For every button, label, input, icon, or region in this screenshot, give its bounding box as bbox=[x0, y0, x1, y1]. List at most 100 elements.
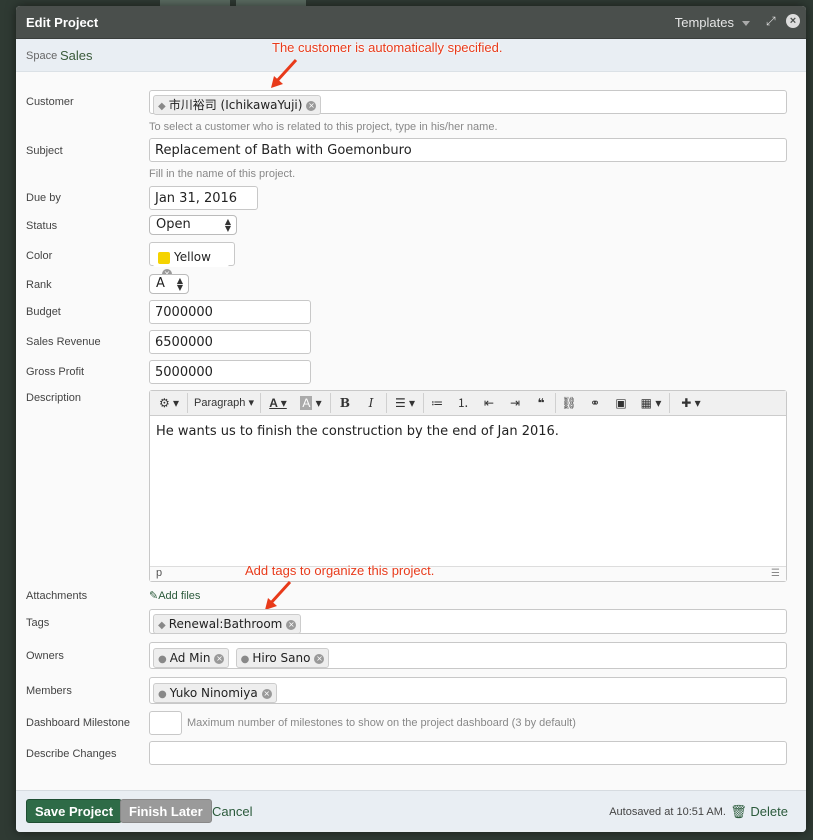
annotation-tags: Add tags to organize this project. bbox=[245, 563, 435, 578]
subject-input[interactable]: Replacement of Bath with Goemonburo bbox=[149, 138, 787, 162]
resize-grip-icon[interactable]: ☰ bbox=[771, 568, 780, 579]
space-label: Space bbox=[26, 50, 58, 62]
add-files-label: Add files bbox=[158, 590, 201, 602]
expand-icon[interactable]: ⤢ bbox=[766, 14, 780, 28]
customer-chip[interactable]: ◆ 市川裕司 (IchikawaYuji) × bbox=[153, 95, 322, 115]
align-icon[interactable]: ☰ ▾ bbox=[390, 394, 420, 412]
dashboard-milestone-input[interactable] bbox=[149, 711, 182, 735]
modal-title: Edit Project bbox=[26, 15, 99, 30]
numbered-list-icon[interactable]: ⒈ bbox=[452, 394, 474, 412]
annotation-arrow-icon bbox=[265, 580, 292, 610]
outdent-icon[interactable]: ⇤ bbox=[478, 394, 500, 412]
customer-hint: To select a customer who is related to t… bbox=[149, 121, 498, 133]
dashboard-milestone-label: Dashboard Milestone bbox=[26, 717, 130, 729]
modal-titlebar: Edit Project Templates ⤢ × bbox=[16, 6, 806, 39]
members-label: Members bbox=[26, 685, 72, 697]
remove-icon[interactable]: × bbox=[261, 688, 272, 699]
blockquote-icon[interactable]: ❝ bbox=[530, 394, 552, 412]
user-icon: ● bbox=[158, 654, 167, 665]
toolbar-separator bbox=[386, 393, 387, 413]
color-swatch bbox=[158, 251, 170, 264]
finish-later-button[interactable]: Finish Later bbox=[120, 799, 212, 823]
background-color-icon[interactable]: A ▾ bbox=[296, 394, 326, 412]
rank-value: A bbox=[156, 276, 165, 291]
toolbar-separator bbox=[669, 393, 670, 413]
remove-icon[interactable]: × bbox=[314, 653, 325, 664]
budget-label: Budget bbox=[26, 306, 61, 318]
rank-select[interactable]: A ▲ ▼ bbox=[149, 274, 189, 294]
format-dropdown[interactable]: Paragraph ▾ bbox=[190, 394, 258, 412]
autosave-status: Autosaved at 10:51 AM. bbox=[609, 806, 726, 818]
color-chip[interactable]: Yellow× bbox=[153, 247, 229, 279]
chevron-down-icon bbox=[742, 21, 750, 27]
close-icon[interactable]: × bbox=[786, 14, 800, 28]
tag-icon: ◆ bbox=[158, 101, 166, 112]
edit-project-modal: Edit Project Templates ⤢ × Space Sales T… bbox=[16, 6, 806, 832]
annotation-arrow-icon bbox=[271, 58, 298, 88]
unlink-icon[interactable]: ⚭ bbox=[584, 394, 606, 412]
owner-chip[interactable]: ● Ad Min × bbox=[153, 648, 230, 668]
sales-revenue-label: Sales Revenue bbox=[26, 336, 101, 348]
toolbar-separator bbox=[187, 393, 188, 413]
add-files-link[interactable]: ✎Add files bbox=[149, 589, 200, 602]
member-chip-label: Yuko Ninomiya bbox=[169, 686, 258, 700]
tags-input[interactable]: ◆ Renewal:Bathroom × bbox=[149, 609, 787, 634]
toolbar-separator bbox=[330, 393, 331, 413]
color-label: Color bbox=[26, 250, 53, 262]
link-icon[interactable]: ⛓ bbox=[558, 394, 580, 412]
describe-changes-input[interactable] bbox=[149, 741, 787, 765]
tag-chip-label: Renewal:Bathroom bbox=[168, 617, 283, 631]
image-icon[interactable]: ▣ bbox=[610, 394, 632, 412]
toolbar-separator bbox=[555, 393, 556, 413]
color-input[interactable]: Yellow× bbox=[149, 242, 235, 279]
text-color-icon[interactable]: A ▾ bbox=[263, 394, 293, 412]
customer-chip-label: 市川裕司 (IchikawaYuji) bbox=[168, 98, 303, 112]
budget-input[interactable]: 7000000 bbox=[149, 300, 311, 324]
member-chip[interactable]: ● Yuko Ninomiya × bbox=[153, 683, 277, 703]
save-project-button[interactable]: Save Project bbox=[26, 799, 123, 823]
due-by-input[interactable]: Jan 31, 2016 bbox=[149, 186, 258, 210]
select-arrows-icon: ▲ ▼ bbox=[224, 217, 231, 233]
settings-gear-icon[interactable]: ⚙ ▾ bbox=[154, 394, 184, 412]
user-icon: ● bbox=[240, 654, 250, 665]
description-content[interactable]: He wants us to finish the construction b… bbox=[156, 424, 559, 439]
members-input[interactable]: ● Yuko Ninomiya × bbox=[149, 677, 787, 704]
owner-chip[interactable]: ● Hiro Sano × bbox=[235, 648, 330, 668]
delete-button[interactable]: 🗑 Delete bbox=[730, 804, 788, 820]
subject-hint: Fill in the name of this project. bbox=[149, 168, 296, 180]
owner-chip-label: Hiro Sano bbox=[252, 651, 311, 665]
owners-label: Owners bbox=[26, 650, 64, 662]
paperclip-icon: ✎ bbox=[149, 590, 159, 602]
description-label: Description bbox=[26, 392, 82, 404]
rank-label: Rank bbox=[26, 279, 52, 291]
select-arrows-icon: ▲ ▼ bbox=[176, 276, 183, 292]
italic-icon[interactable]: I bbox=[360, 394, 382, 412]
tag-chip[interactable]: ◆ Renewal:Bathroom × bbox=[153, 614, 302, 634]
plugin-icon[interactable]: ✚ ▾ bbox=[673, 394, 709, 412]
remove-icon[interactable]: × bbox=[306, 100, 317, 111]
owners-input[interactable]: ● Ad Min × ● Hiro Sano × bbox=[149, 642, 787, 669]
owner-chip-label: Ad Min bbox=[169, 651, 211, 665]
describe-changes-label: Describe Changes bbox=[26, 748, 117, 760]
indent-icon[interactable]: ⇥ bbox=[504, 394, 526, 412]
element-path: p bbox=[156, 567, 163, 579]
space-value: Sales bbox=[60, 48, 93, 63]
gross-profit-input[interactable]: 5000000 bbox=[149, 360, 311, 384]
table-icon[interactable]: ▦ ▾ bbox=[636, 394, 666, 412]
remove-icon[interactable]: × bbox=[214, 653, 225, 664]
toolbar-separator bbox=[423, 393, 424, 413]
sales-revenue-input[interactable]: 6500000 bbox=[149, 330, 311, 354]
remove-icon[interactable]: × bbox=[286, 619, 297, 630]
editor-toolbar: ⚙ ▾ Paragraph ▾ A ▾ A ▾ B I ☰ ▾ ≔ ⒈ ⇤ ⇥ … bbox=[150, 391, 786, 416]
customer-label: Customer bbox=[26, 96, 74, 108]
bold-icon[interactable]: B bbox=[334, 394, 356, 412]
dashboard-milestone-hint: Maximum number of milestones to show on … bbox=[187, 717, 576, 729]
status-value: Open bbox=[156, 217, 191, 232]
templates-dropdown[interactable]: Templates bbox=[675, 15, 750, 30]
due-by-label: Due by bbox=[26, 192, 61, 204]
tags-label: Tags bbox=[26, 617, 50, 629]
customer-input[interactable]: ◆ 市川裕司 (IchikawaYuji) × bbox=[149, 90, 787, 115]
status-select[interactable]: Open ▲ ▼ bbox=[149, 215, 237, 235]
bullet-list-icon[interactable]: ≔ bbox=[426, 394, 448, 412]
cancel-link[interactable]: Cancel bbox=[212, 804, 252, 819]
